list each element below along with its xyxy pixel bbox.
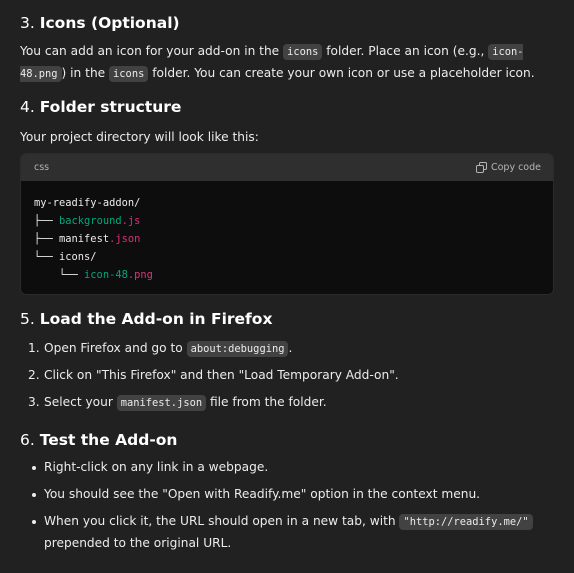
inline-code: "http://readify.me/" bbox=[399, 514, 533, 530]
section-heading-folder-structure: 4. Folder structure bbox=[20, 98, 182, 116]
code-block-header: css Copy code bbox=[21, 154, 553, 181]
code-line: ├── manifest.json bbox=[34, 233, 141, 245]
section-paragraph-icons: You can add an icon for your add-on in t… bbox=[20, 44, 535, 82]
list-item: Right-click on any link in a webpage. bbox=[28, 457, 554, 478]
inline-code: icons bbox=[109, 66, 149, 82]
code-line: └── icon-48.png bbox=[34, 269, 153, 281]
code-block: css Copy code my-readify-addon/ ├── backg… bbox=[20, 153, 554, 295]
code-line: └── icons/ bbox=[34, 251, 97, 263]
list-item: 1. Open Firefox and go to about:debugging… bbox=[28, 341, 293, 357]
copy-code-label: Copy code bbox=[490, 162, 541, 173]
code-content: my-readify-addon/ ├── background.js ├── ma… bbox=[21, 181, 553, 284]
list-item: 3. Select your manifest.json file from th… bbox=[28, 395, 327, 411]
list-item: You should see the "Open with Readify.me… bbox=[28, 484, 554, 505]
bullet-marker bbox=[32, 493, 36, 497]
bullet-marker bbox=[32, 466, 36, 470]
list-item: 2. Click on "This Firefox" and then "Load… bbox=[28, 368, 399, 382]
section-heading-load-addon: 5. Load the Add-on in Firefox bbox=[20, 310, 273, 328]
copy-code-button[interactable]: Copy code bbox=[475, 162, 541, 173]
bullet-marker bbox=[32, 520, 36, 524]
list-item: When you click it, the URL should open i… bbox=[28, 511, 554, 554]
inline-code: icons bbox=[283, 44, 323, 60]
code-line: my-readify-addon/ bbox=[34, 197, 141, 209]
inline-code: about:debugging bbox=[186, 341, 289, 357]
copy-icon bbox=[475, 162, 487, 173]
code-line: ├── background.js bbox=[34, 215, 141, 227]
section-paragraph-folder: Your project directory will look like th… bbox=[20, 130, 259, 144]
section-heading-icons: 3. Icons (Optional) bbox=[20, 14, 180, 32]
inline-code: manifest.json bbox=[116, 395, 207, 411]
code-language-label: css bbox=[34, 162, 50, 173]
section-heading-test-addon: 6. Test the Add-on bbox=[20, 431, 178, 449]
